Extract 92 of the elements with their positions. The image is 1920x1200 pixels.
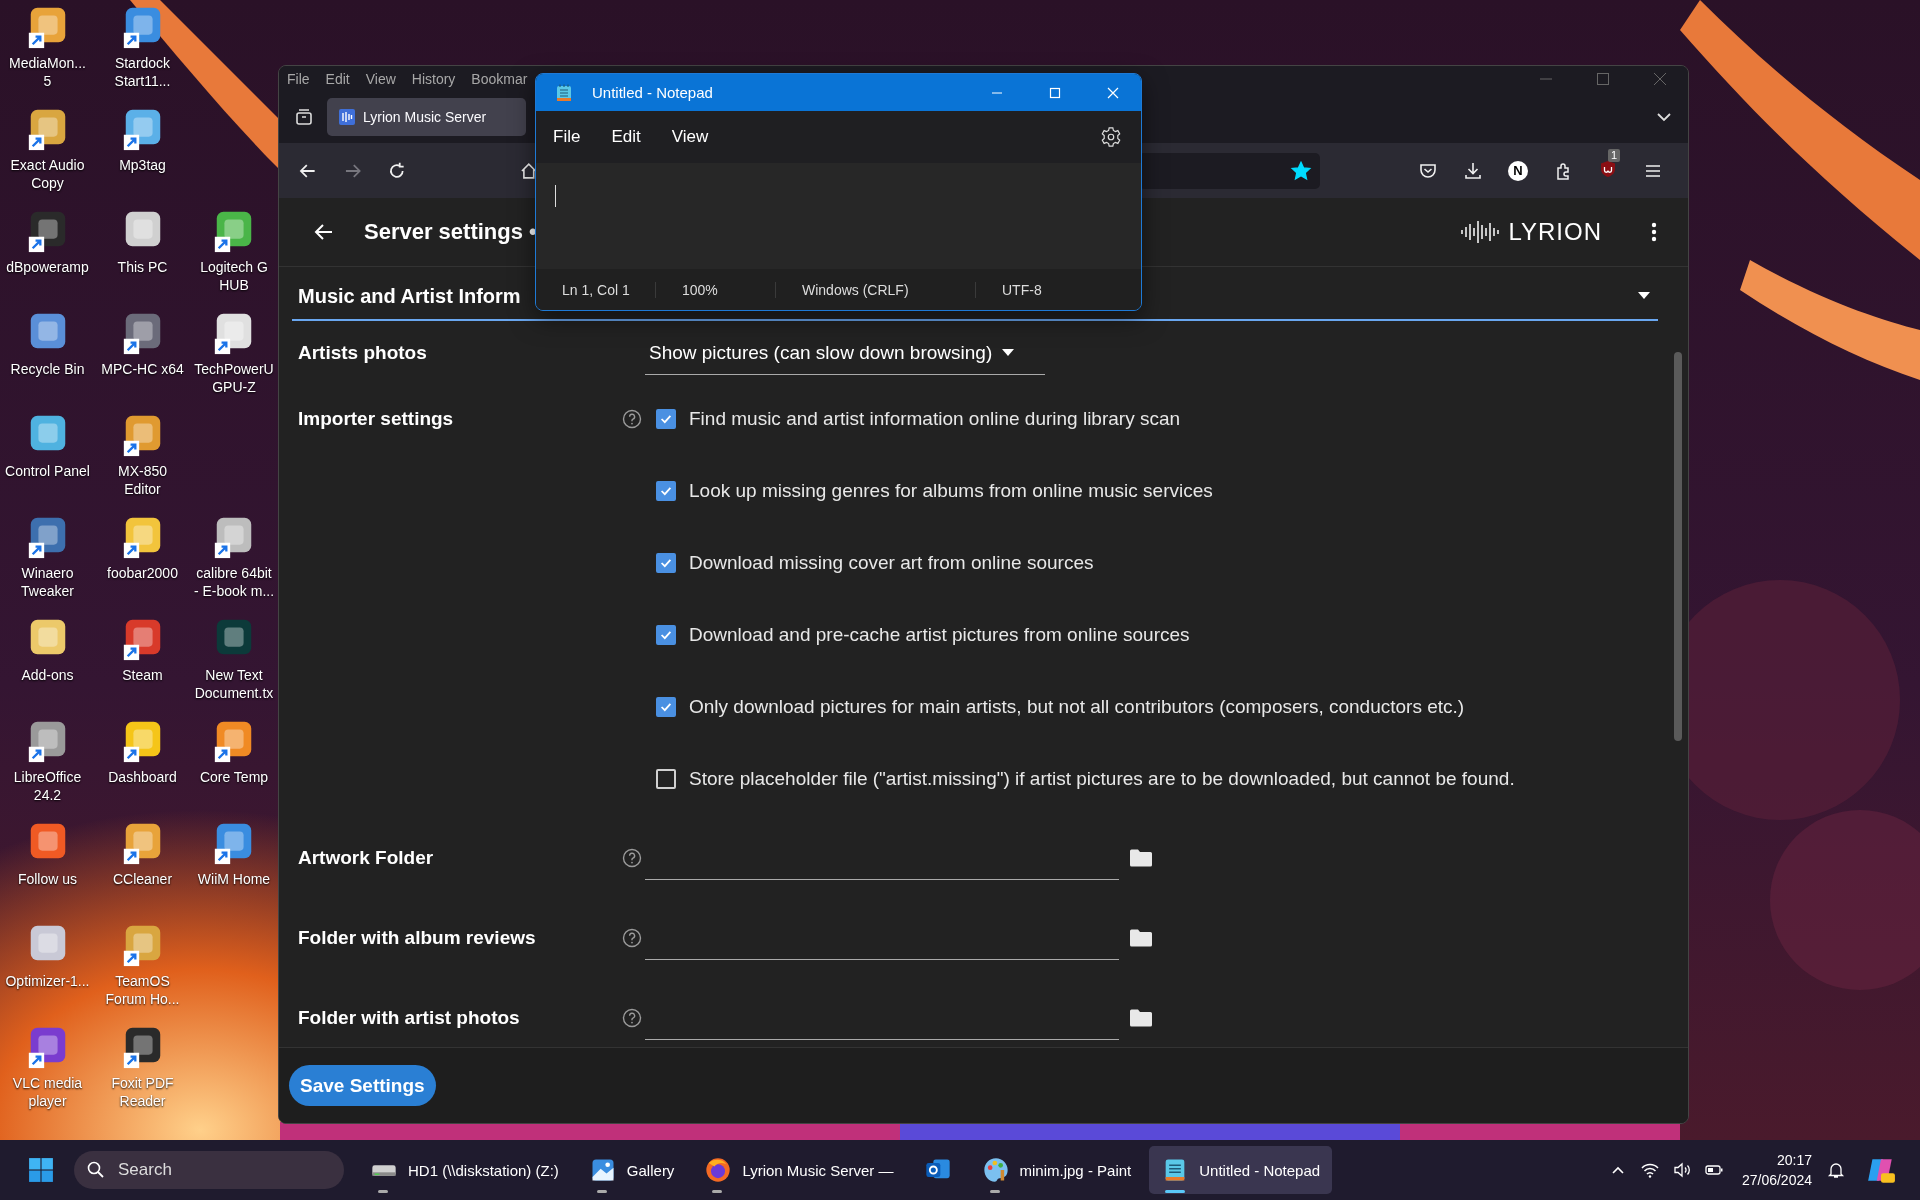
icon-label: Logitech G HUB [200, 258, 268, 294]
icon-label: MX-850 Editor [118, 462, 167, 498]
clock-date[interactable]: 27/06/2024 [1741, 1170, 1812, 1190]
menu-item[interactable]: Edit [325, 70, 350, 87]
icon-label: TechPowerU GPU-Z [194, 360, 274, 396]
icon-label: New Text Document.tx [194, 666, 274, 702]
menu-item[interactable]: Bookmar [471, 70, 528, 87]
icon-label: Exact Audio Copy [10, 156, 85, 192]
folder-icon[interactable] [1129, 1008, 1153, 1028]
icon-label: calibre 64bit - E-book m... [193, 564, 275, 600]
icon-label: Follow us [17, 870, 78, 888]
checkbox-label[interactable]: Look up missing genres for albums from online music services [689, 480, 1213, 502]
profile-avatar[interactable]: N [1507, 160, 1528, 181]
icon-label: Mp3tag [119, 156, 166, 174]
checkbox-label[interactable]: Only download pictures for main artists, but not all contributors (composers, conductors etc.) [689, 696, 1465, 718]
clock-time[interactable]: 20:17 [1776, 1150, 1812, 1170]
icon-label: VLC media player [12, 1074, 83, 1110]
star-icon[interactable] [1289, 159, 1312, 182]
icon-label: CCleaner [112, 870, 173, 888]
status-item: UTF-8 [1001, 281, 1042, 298]
taskbar-app[interactable]: Untitled - Notepad [1149, 1146, 1333, 1194]
taskbar-app[interactable]: HD1 (\\diskstation) (Z:) [358, 1146, 571, 1194]
icon-label: Control Panel [5, 462, 90, 480]
reload-icon[interactable] [387, 160, 407, 181]
search-icon[interactable] [86, 1160, 106, 1180]
waveform-icon [1460, 219, 1501, 245]
menu-item[interactable]: View [365, 70, 396, 87]
icon-label: MediaMon... 5 [8, 54, 86, 90]
notepad-icon [554, 82, 574, 103]
icon-label: MPC-HC x64 [101, 360, 184, 378]
setting-label: Artwork Folder [298, 846, 435, 870]
help-icon[interactable] [622, 1008, 642, 1028]
icon-label: dBpoweramp [6, 258, 89, 276]
status-item: Windows (CRLF) [776, 281, 976, 298]
dropdown-arrow-icon[interactable] [1002, 348, 1015, 357]
setting-label: Artists photos [298, 341, 428, 365]
taskbar-app[interactable]: Lyrion Music Server — [692, 1146, 906, 1194]
menu-item[interactable]: File [287, 70, 310, 87]
menu-item[interactable]: History [411, 70, 456, 87]
icon-label: Foxit PDF Reader [111, 1074, 174, 1110]
checkbox-label[interactable]: Download and pre-cache artist pictures from online sources [689, 624, 1190, 646]
taskbar-app[interactable]: minim.jpg - Paint [969, 1146, 1144, 1194]
close-icon[interactable] [1652, 70, 1668, 87]
checkbox-label[interactable]: Store placeholder file ("artist.missing") if artist pictures are to be downloaded, but cannot be found. [689, 768, 1515, 790]
bell-icon[interactable] [1826, 1160, 1846, 1180]
setting-label: Folder with album reviews [298, 926, 537, 950]
icon-label: foobar2000 [107, 564, 178, 582]
icon-label: WiiM Home [197, 870, 271, 888]
firefox-icon[interactable] [704, 1156, 733, 1184]
browser-tab[interactable]: Lyrion Music Server [327, 98, 526, 136]
help-icon[interactable] [622, 928, 642, 948]
paint-icon[interactable] [981, 1156, 1010, 1184]
tab-list-icon[interactable] [294, 107, 314, 127]
checkbox-label[interactable]: Download missing cover art from online sources [689, 552, 1094, 574]
notification-badge: 1 [1607, 148, 1621, 162]
icon-label: Steam [122, 666, 163, 684]
status-item: Ln 1, Col 1 [536, 281, 656, 298]
settings-icon[interactable] [1100, 126, 1122, 148]
maximize-icon[interactable] [1595, 70, 1611, 87]
checkbox-label[interactable]: Find music and artist information online during library scan [689, 408, 1181, 430]
save-button[interactable]: Save Settings [289, 1065, 436, 1106]
help-icon[interactable] [622, 409, 642, 429]
checkbox[interactable] [656, 769, 676, 789]
download-icon[interactable] [1462, 160, 1483, 181]
icon-label: Recycle Bin [10, 360, 85, 378]
menu-item[interactable]: File [553, 127, 581, 147]
icon-label: Winaero Tweaker [21, 564, 74, 600]
search-field[interactable]: Search [74, 1151, 344, 1189]
icon-label: TeamOS Forum Ho... [105, 972, 180, 1008]
status-item: 100% [656, 281, 776, 298]
icon-label: Add-ons [21, 666, 74, 684]
icon-label: This PC [117, 258, 168, 276]
folder-icon[interactable] [1129, 928, 1153, 948]
help-icon[interactable] [622, 848, 642, 868]
icon-label: Stardock Start11... [114, 54, 171, 90]
setting-label: Folder with artist photos [298, 1006, 521, 1030]
icon-label: Optimizer-1... [5, 972, 90, 990]
favicon-icon [339, 109, 355, 125]
logo-text: LYRION [1508, 218, 1602, 246]
taskbar-app[interactable]: Gallery [576, 1146, 687, 1194]
volume-icon[interactable] [1671, 1160, 1692, 1180]
menu-item[interactable]: Edit [611, 127, 641, 147]
icon-label: Core Temp [199, 768, 269, 786]
icon-label: Dashboard [108, 768, 177, 786]
icon-label: LibreOffice 24.2 [13, 768, 82, 804]
setting-label: Importer settings [298, 407, 455, 431]
folder-icon[interactable] [1129, 848, 1153, 868]
start-icon[interactable] [28, 1157, 54, 1183]
dropdown-arrow-icon[interactable] [1638, 292, 1650, 300]
menu-item[interactable]: View [671, 127, 709, 147]
window-title: Untitled - Notepad [592, 84, 713, 101]
select-field[interactable]: Show pictures (can slow down browsing) [645, 331, 1045, 375]
